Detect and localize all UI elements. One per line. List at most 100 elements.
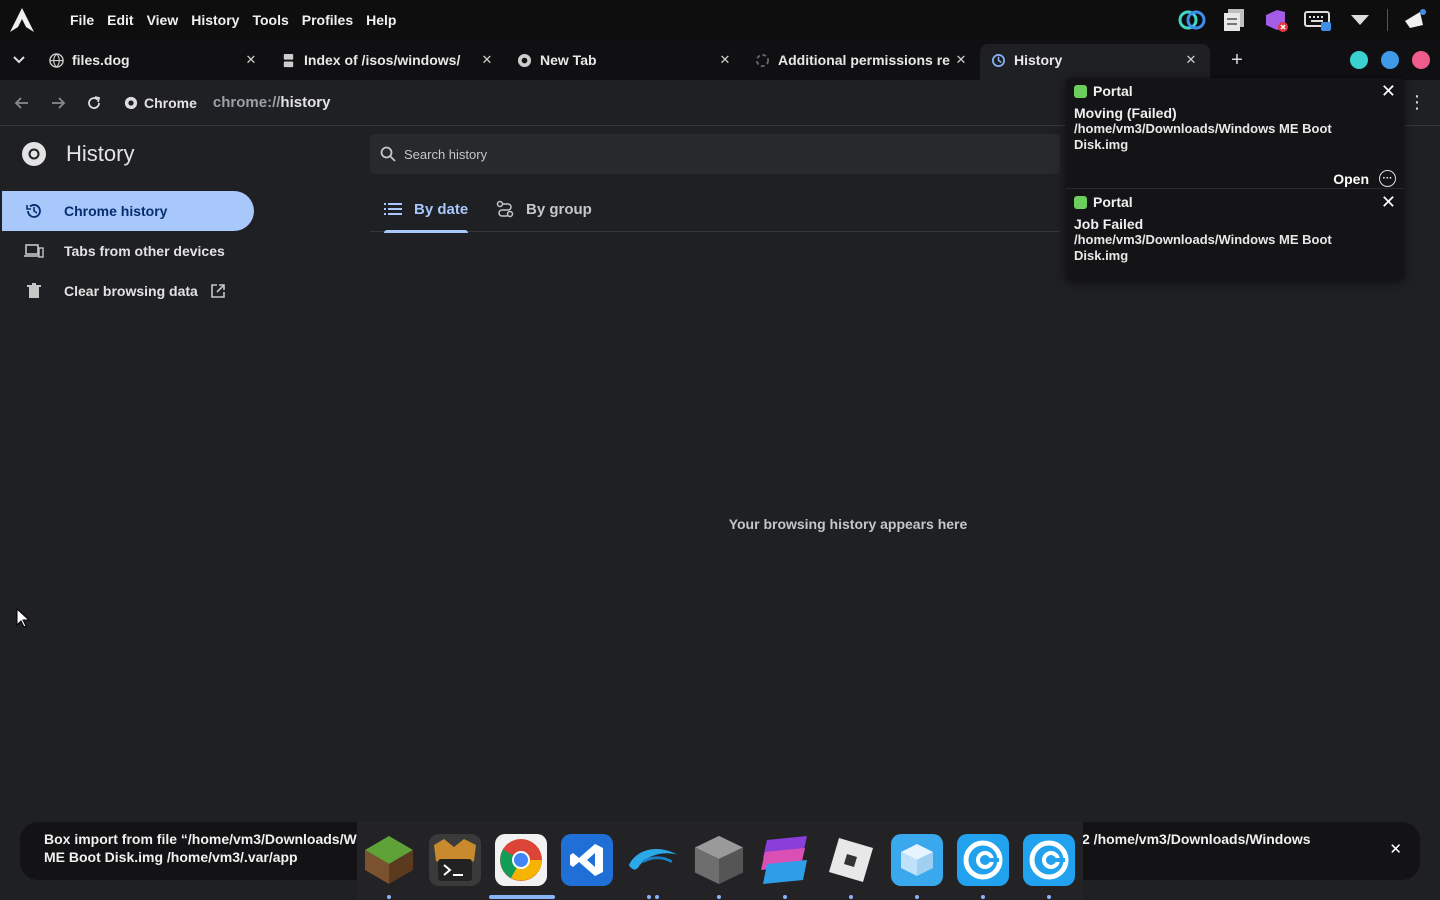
tab-files-dog[interactable]: files.dog ✕ [38, 44, 270, 76]
list-icon [384, 202, 402, 216]
sidebar-item-label: Clear browsing data [64, 283, 198, 299]
notification-popup: Portal ✕ Moving (Failed) /home/vm3/Downl… [1066, 78, 1404, 280]
sidebar-item-chrome-history[interactable]: Chrome history [2, 191, 254, 231]
menu-history[interactable]: History [191, 12, 239, 28]
menu-file[interactable]: File [70, 12, 94, 28]
toast-line: Box import from file “/home/vm3/Download… [44, 831, 358, 847]
terminal-icon[interactable] [429, 834, 481, 886]
menu-help[interactable]: Help [366, 12, 396, 28]
notes-icon[interactable] [1219, 5, 1249, 35]
search-history-box[interactable] [370, 134, 1060, 174]
menubar: File Edit View History Tools Profiles He… [70, 12, 396, 28]
portal-icon[interactable] [957, 834, 1009, 886]
roblox-icon[interactable] [825, 834, 877, 886]
menu-profiles[interactable]: Profiles [302, 12, 353, 28]
running-indicator [647, 895, 651, 899]
chrome-logo-icon [20, 140, 48, 168]
tab-by-date[interactable]: By date [384, 186, 469, 233]
tab-by-group[interactable]: By group [496, 186, 592, 232]
sidebar-item-tabs-other-devices[interactable]: Tabs from other devices [2, 231, 254, 271]
url-scheme: chrome:// [212, 94, 281, 111]
keyboard-icon[interactable] [1303, 5, 1333, 35]
address-bar[interactable]: chrome://history [213, 94, 331, 111]
close-window-button[interactable] [1412, 51, 1430, 69]
tab-additional-permissions[interactable]: Additional permissions re ✕ [744, 44, 980, 76]
tab-label: By group [526, 200, 592, 218]
system-top-bar: File Edit View History Tools Profiles He… [0, 0, 1440, 40]
running-indicator [849, 895, 853, 899]
group-icon [496, 200, 514, 218]
menu-edit[interactable]: Edit [107, 12, 133, 28]
toast-text-left: Box import from file “/home/vm3/Download… [44, 830, 358, 866]
toast-line: ME Boot Disk.img /home/vm3/.var/app [44, 849, 298, 865]
chrome-icon [516, 52, 532, 68]
tab-title: Additional permissions re [778, 52, 950, 68]
active-app-indicator [489, 895, 555, 899]
tab-title: History [1014, 52, 1063, 68]
notification-app-name: Portal [1093, 194, 1133, 210]
notification-moving-failed[interactable]: Portal ✕ Moving (Failed) /home/vm3/Downl… [1066, 78, 1404, 187]
chrome-icon [124, 96, 138, 110]
tray-divider [1387, 9, 1388, 31]
running-indicator [915, 895, 919, 899]
tab-close-icon[interactable]: ✕ [242, 52, 260, 68]
stone-block-icon[interactable] [693, 834, 745, 886]
open-button[interactable]: Open [1333, 171, 1369, 187]
minimize-button[interactable] [1350, 51, 1368, 69]
tab-close-icon[interactable]: ✕ [1182, 52, 1200, 68]
chevron-down-icon[interactable] [1345, 5, 1375, 35]
arch-logo-icon[interactable] [0, 0, 44, 40]
running-indicator [981, 895, 985, 899]
tab-close-icon[interactable]: ✕ [716, 52, 734, 68]
site-info-chip[interactable]: Chrome [124, 95, 197, 111]
notification-job-failed[interactable]: Portal ✕ Job Failed /home/vm3/Downloads/… [1066, 189, 1404, 264]
stacked-cards-icon[interactable] [759, 834, 811, 886]
dock [357, 822, 1083, 900]
sidebar-item-clear-browsing-data[interactable]: Clear browsing data [2, 271, 254, 311]
running-indicator [783, 895, 787, 899]
running-indicator [1047, 895, 1051, 899]
tab-search-dropdown[interactable] [0, 40, 38, 80]
globe-icon [48, 52, 64, 68]
minecraft-icon[interactable] [363, 834, 415, 886]
sync-link-icon[interactable] [1177, 5, 1207, 35]
notification-bell-icon[interactable] [1400, 5, 1430, 35]
vscode-icon[interactable] [561, 834, 613, 886]
mouse-cursor-icon [16, 607, 31, 633]
maximize-button[interactable] [1381, 51, 1399, 69]
menu-view[interactable]: View [147, 12, 179, 28]
back-button[interactable] [4, 85, 40, 121]
history-icon [990, 52, 1006, 68]
running-indicator [655, 895, 659, 899]
notification-header: Portal ✕ [1074, 78, 1396, 104]
dolphin-icon[interactable] [627, 834, 679, 886]
tab-new-tab[interactable]: New Tab ✕ [506, 44, 744, 76]
url-path: history [280, 94, 331, 111]
notification-app-name: Portal [1093, 83, 1133, 99]
tab-title: New Tab [540, 52, 597, 68]
external-link-icon [210, 283, 226, 299]
search-icon [380, 146, 396, 162]
chrome-icon[interactable] [495, 834, 547, 886]
tab-close-icon[interactable]: ✕ [952, 52, 970, 68]
tab-close-icon[interactable]: ✕ [478, 52, 496, 68]
browser-menu-button[interactable]: ⋮ [1408, 93, 1426, 111]
window-controls [1350, 51, 1430, 69]
close-icon[interactable]: ✕ [1381, 81, 1396, 102]
chip-label: Chrome [144, 94, 197, 111]
vscode-error-icon[interactable] [1261, 5, 1291, 35]
tab-index-isos[interactable]: Index of /isos/windows/ ✕ [270, 44, 506, 76]
forward-button[interactable] [40, 85, 76, 121]
history-icon [24, 201, 44, 221]
new-tab-button[interactable]: + [1222, 49, 1252, 72]
search-input[interactable] [404, 146, 1004, 162]
close-icon[interactable]: ✕ [1381, 192, 1396, 213]
box-icon[interactable] [891, 834, 943, 886]
close-icon[interactable]: ✕ [1389, 840, 1402, 858]
menu-tools[interactable]: Tools [252, 12, 288, 28]
portal-app-icon [1074, 84, 1087, 98]
reload-button[interactable] [76, 85, 112, 121]
portal-icon-2[interactable] [1023, 834, 1075, 886]
more-options-icon[interactable]: ··· [1379, 170, 1396, 187]
toast-text-right: 2 /home/vm3/Downloads/Windows [1082, 831, 1311, 847]
